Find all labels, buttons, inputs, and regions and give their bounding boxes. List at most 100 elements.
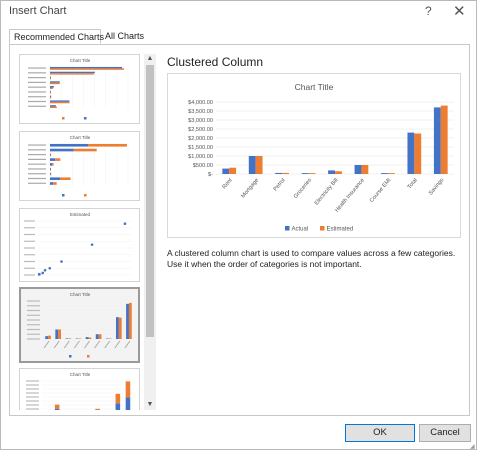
x-tick-label: Groceries bbox=[293, 177, 313, 200]
legend-swatch-actual bbox=[285, 226, 290, 231]
y-tick-mark bbox=[24, 220, 35, 222]
y-tick-mark bbox=[26, 404, 39, 406]
thumbnail-title: Chart Title bbox=[70, 292, 91, 297]
thumbnail-scrollbar[interactable]: ▲ ▼ bbox=[144, 54, 156, 410]
bar-estimated bbox=[52, 163, 54, 166]
bar-estimated bbox=[387, 173, 395, 174]
help-button[interactable]: ? bbox=[425, 4, 432, 18]
bar-actual bbox=[115, 403, 121, 410]
bar-estimated bbox=[282, 172, 289, 174]
bar-estimated bbox=[361, 165, 369, 174]
bar-estimated bbox=[50, 92, 51, 94]
bar-actual bbox=[125, 397, 131, 410]
bar-estimated bbox=[125, 381, 131, 398]
scatter-point bbox=[123, 222, 127, 225]
bar-actual bbox=[50, 163, 53, 166]
bar-estimated bbox=[50, 106, 57, 109]
y-tick-label: $2,500.00 bbox=[188, 127, 213, 133]
clustered-column-thumbnail-chart: Chart Title bbox=[27, 292, 134, 358]
bar-actual bbox=[54, 408, 60, 410]
legend-swatch bbox=[87, 355, 90, 358]
thumbnail-scatter[interactable]: Estimated bbox=[19, 208, 140, 282]
bar-estimated bbox=[53, 182, 57, 185]
bar-estimated bbox=[60, 177, 71, 181]
bar-actual bbox=[50, 177, 61, 181]
scroll-up-arrow-icon[interactable]: ▲ bbox=[144, 54, 156, 64]
bar-actual bbox=[50, 81, 60, 83]
bar-actual bbox=[85, 337, 89, 339]
category-label-mark bbox=[28, 67, 46, 69]
bar-estimated bbox=[115, 393, 121, 404]
y-tick-mark bbox=[24, 274, 35, 276]
bar-actual bbox=[50, 167, 51, 171]
bar-estimated bbox=[50, 73, 94, 75]
bar-actual bbox=[381, 173, 388, 174]
y-tick-mark bbox=[26, 380, 39, 382]
scatter-thumbnail-chart: Estimated bbox=[24, 212, 132, 276]
x-tick-label: Health Insurance bbox=[334, 177, 366, 213]
title-bar: Insert Chart ? ✕ bbox=[1, 1, 476, 23]
resize-grip-icon[interactable]: ◢ bbox=[470, 443, 475, 450]
legend-swatch bbox=[84, 194, 87, 197]
chart-type-heading: Clustered Column bbox=[167, 55, 264, 69]
x-tick-label: Course EMI bbox=[369, 177, 393, 204]
category-label-mark bbox=[28, 177, 46, 180]
category-label-mark bbox=[28, 81, 46, 83]
category-label-mark bbox=[28, 158, 46, 160]
ok-button[interactable]: OK bbox=[345, 424, 415, 442]
chart-preview: Chart Title $4,000.00 $3,500.00 $3,000.00 $… bbox=[167, 73, 461, 238]
scrollbar-thumb[interactable] bbox=[146, 65, 154, 337]
bar-actual bbox=[50, 71, 95, 74]
thumbnail-stacked-column[interactable]: Chart Title bbox=[19, 368, 140, 410]
y-tick-label: $3,500.00 bbox=[188, 109, 213, 115]
bar-estimated bbox=[414, 133, 422, 174]
category-label-mark bbox=[63, 340, 70, 349]
bar-estimated bbox=[73, 148, 97, 152]
thumbnail-stacked-bar[interactable]: Chart Title bbox=[19, 131, 140, 201]
cancel-button[interactable]: Cancel bbox=[419, 424, 471, 442]
bar-estimated bbox=[308, 173, 316, 174]
y-tick-label: $4,000.00 bbox=[188, 100, 213, 106]
legend-label-estimated: Estimated bbox=[327, 227, 354, 233]
bar-actual bbox=[50, 66, 123, 69]
bar-estimated bbox=[50, 167, 52, 171]
legend-swatch bbox=[62, 194, 65, 197]
scatter-point bbox=[90, 243, 94, 246]
y-tick-mark bbox=[24, 227, 35, 229]
thumbnail-title: Estimated bbox=[70, 212, 91, 217]
bar-actual bbox=[126, 303, 129, 339]
stacked-bar-thumbnail-chart: Chart Title bbox=[28, 135, 129, 197]
y-tick-mark bbox=[26, 400, 39, 402]
scroll-down-arrow-icon[interactable]: ▼ bbox=[144, 400, 156, 410]
y-tick-mark bbox=[26, 388, 39, 390]
bar-estimated bbox=[58, 329, 61, 339]
category-label-mark bbox=[28, 163, 46, 165]
bar-actual bbox=[50, 158, 56, 161]
bar-actual bbox=[222, 168, 230, 174]
category-label-mark bbox=[104, 340, 111, 349]
y-tick-mark bbox=[27, 328, 40, 331]
close-button[interactable]: ✕ bbox=[453, 2, 466, 20]
bar-actual bbox=[50, 100, 70, 102]
bar-estimated bbox=[50, 87, 53, 89]
bar-actual bbox=[248, 156, 256, 174]
thumbnail-title: Chart Title bbox=[70, 135, 91, 140]
thumbnail-clustered-column[interactable]: Chart Title bbox=[19, 287, 140, 363]
bar-estimated bbox=[50, 82, 60, 85]
thumbnail-clustered-bar[interactable]: Chart Title bbox=[19, 54, 140, 124]
recommended-charts-list: Chart Title Chart Title Estimated Chart … bbox=[19, 54, 143, 410]
x-tick-label: Total bbox=[407, 177, 419, 190]
tab-all-charts[interactable]: All Charts bbox=[101, 29, 155, 44]
legend-swatch bbox=[62, 117, 65, 120]
bar-estimated bbox=[54, 404, 60, 409]
bar-estimated bbox=[50, 172, 52, 176]
thumbnail-title: Chart Title bbox=[70, 58, 91, 63]
category-label-mark bbox=[53, 340, 60, 349]
tab-recommended-charts[interactable]: Recommended Charts bbox=[9, 29, 104, 44]
y-tick-mark bbox=[24, 260, 35, 263]
bar-actual bbox=[50, 105, 56, 107]
bar-estimated bbox=[88, 337, 92, 339]
category-label-mark bbox=[28, 182, 46, 184]
stacked-column-thumbnail-chart: Chart Title bbox=[26, 372, 133, 410]
y-tick-label: $- bbox=[208, 172, 213, 178]
